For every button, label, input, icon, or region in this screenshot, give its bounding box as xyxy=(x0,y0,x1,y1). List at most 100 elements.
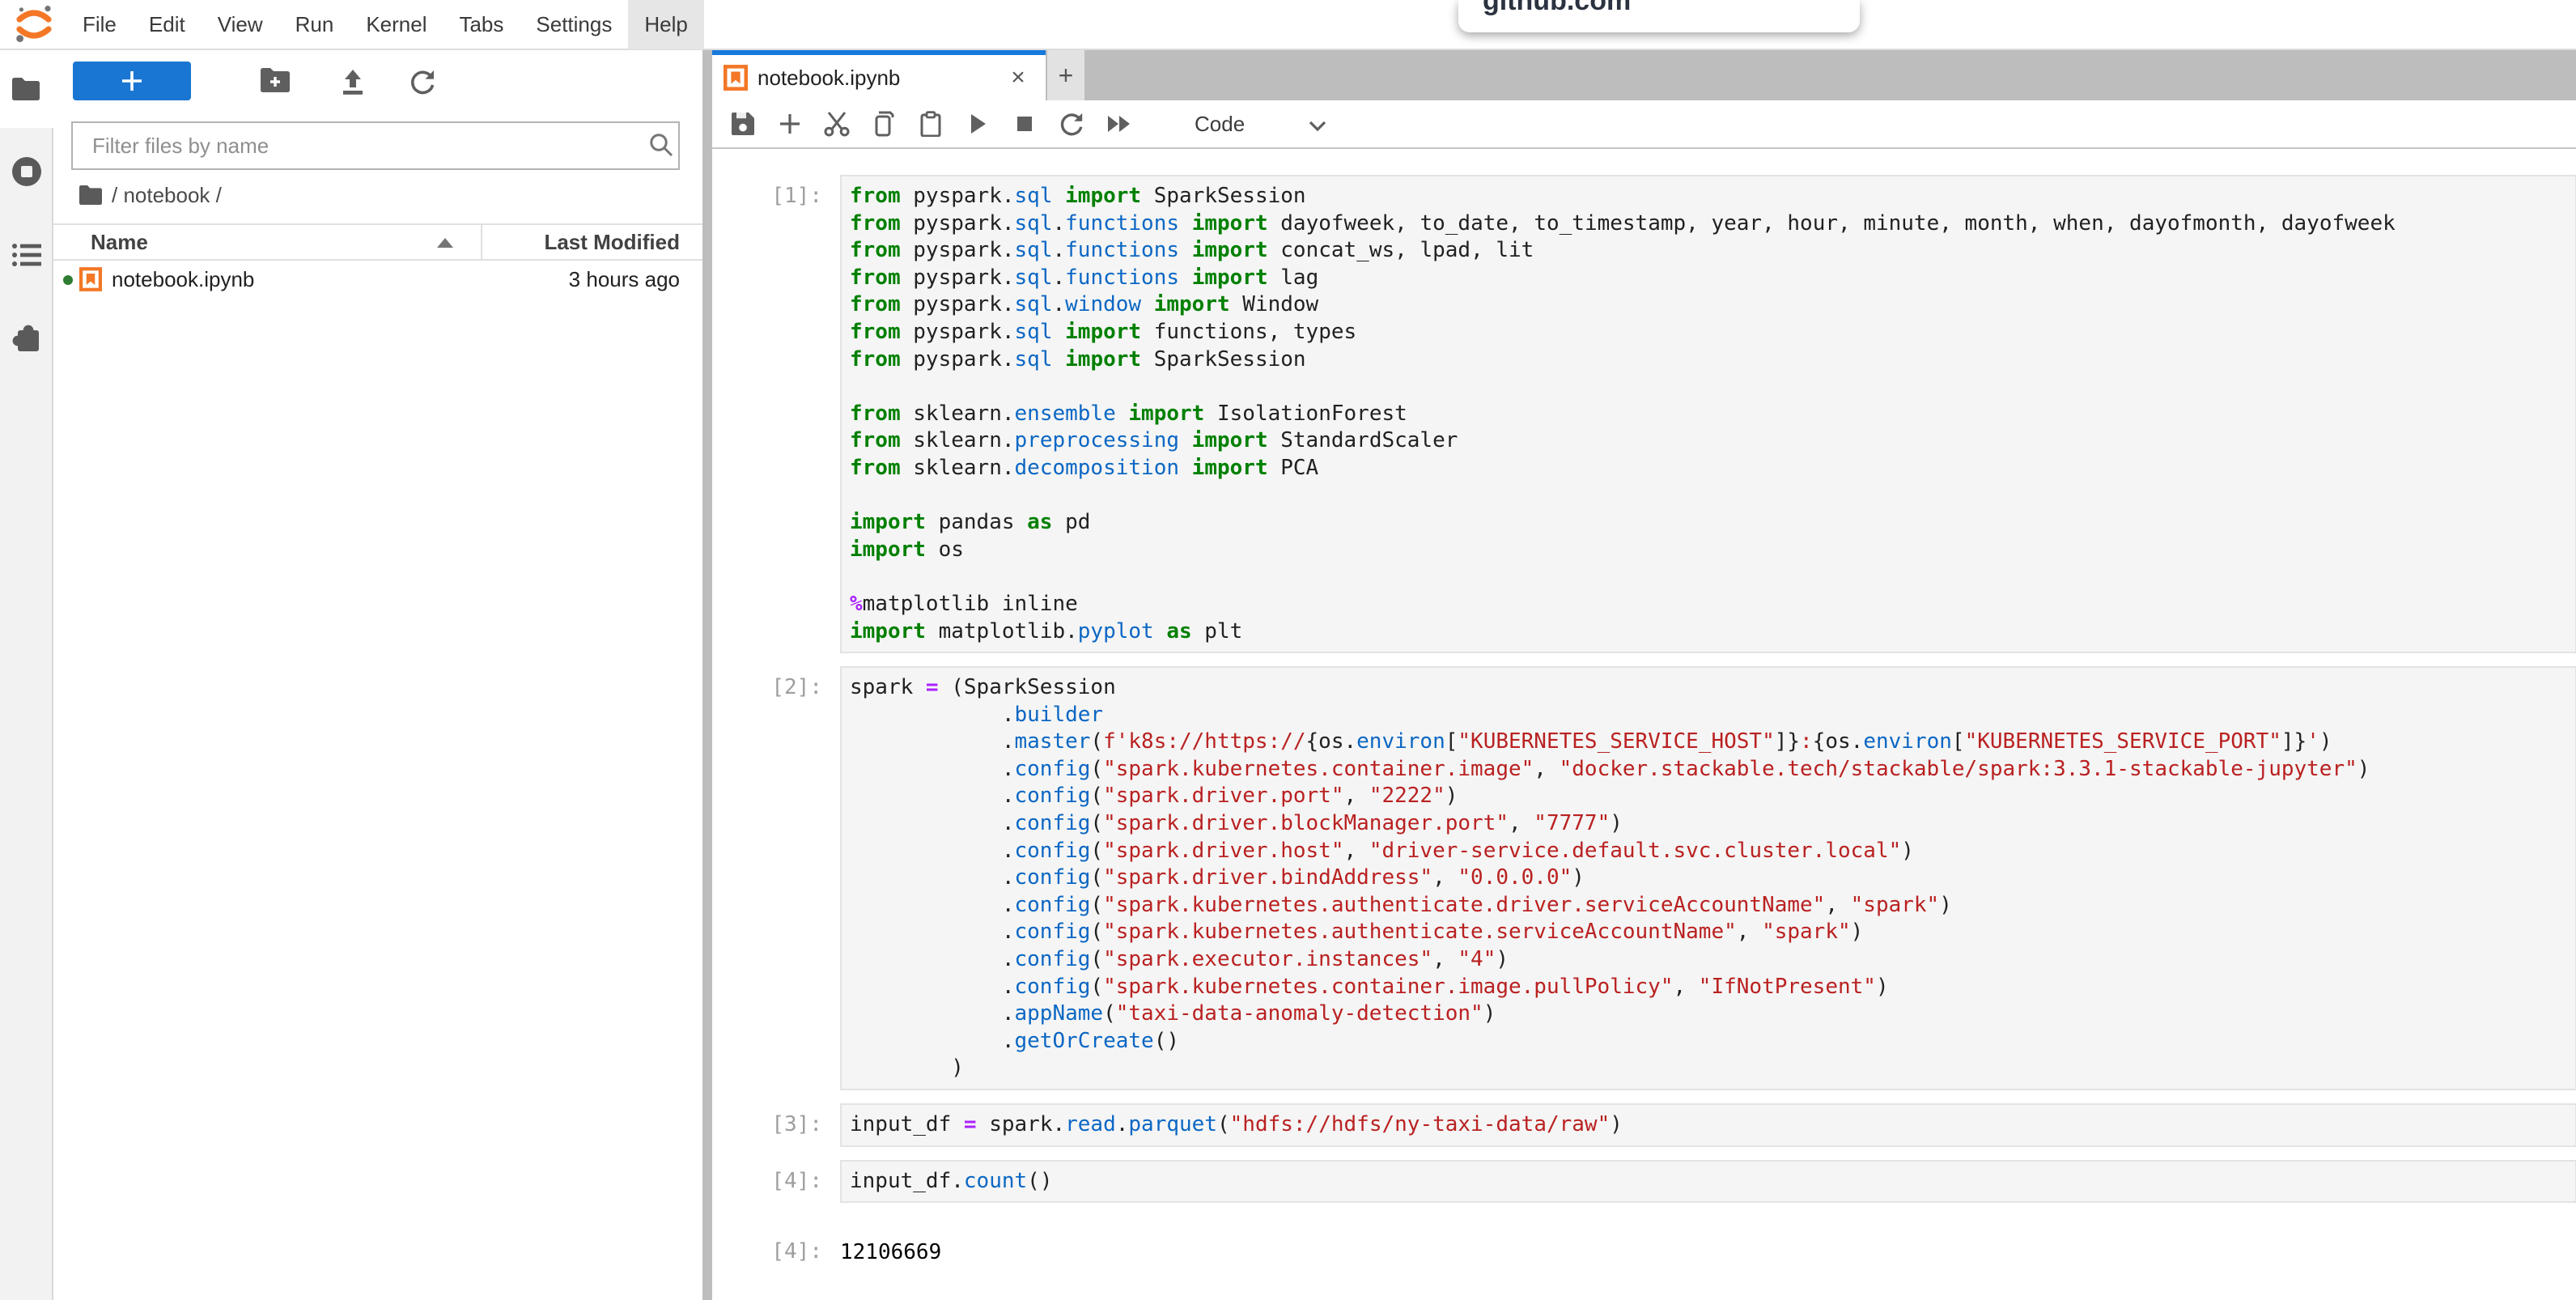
code-line: .config("spark.kubernetes.container.imag… xyxy=(850,974,2575,1001)
restart-icon xyxy=(1059,111,1084,137)
cut-icon xyxy=(824,111,850,137)
chevron-down-icon[interactable] xyxy=(1308,109,1327,139)
code-line: from sklearn.preprocessing import Standa… xyxy=(850,427,2575,455)
notebook-area: notebook.ipynb × + xyxy=(712,50,2576,1300)
interrupt-kernel-button[interactable] xyxy=(1012,111,1038,137)
search-icon xyxy=(649,133,673,157)
output-value: 12106669 xyxy=(840,1232,941,1266)
running-kernels-icon xyxy=(11,155,43,188)
run-icon xyxy=(965,111,991,137)
cell-output: [4]: 12106669 xyxy=(712,1232,2576,1266)
tab-notebook[interactable]: notebook.ipynb × xyxy=(712,50,1046,100)
notebook-content[interactable]: [1]:from pyspark.sql import SparkSession… xyxy=(712,149,2576,1300)
browser-popup: github.com xyxy=(1458,0,1860,32)
menu-item-view[interactable]: View xyxy=(202,0,279,49)
menu-item-run[interactable]: Run xyxy=(279,0,350,49)
file-row[interactable]: notebook.ipynb 3 hours ago xyxy=(53,261,702,300)
code-line: import matplotlib.pyplot as plt xyxy=(850,618,2575,646)
breadcrumb[interactable]: / notebook / xyxy=(79,181,222,209)
save-button[interactable] xyxy=(730,111,756,137)
notebook-tab-icon xyxy=(724,65,748,91)
code-line: .config("spark.driver.blockManager.port"… xyxy=(850,810,2575,838)
column-header-name[interactable]: Name xyxy=(91,230,148,255)
sidebar-tab-toc[interactable] xyxy=(0,241,53,269)
input-prompt: [1]: xyxy=(712,175,822,653)
add-icon xyxy=(777,111,803,137)
code-cell[interactable]: [1]:from pyspark.sql import SparkSession… xyxy=(712,175,2576,653)
column-divider xyxy=(481,225,482,259)
sidebar-tab-file-browser[interactable] xyxy=(0,50,53,128)
code-line: .builder xyxy=(850,702,2575,729)
menu-item-edit[interactable]: Edit xyxy=(133,0,202,49)
cell-editor[interactable]: from pyspark.sql import SparkSessionfrom… xyxy=(840,175,2576,653)
code-line: spark = (SparkSession xyxy=(850,674,2575,702)
new-launcher-button[interactable] xyxy=(73,62,191,100)
menu-item-tabs[interactable]: Tabs xyxy=(443,0,520,49)
code-line: from pyspark.sql.functions import lag xyxy=(850,265,2575,292)
code-line: .config("spark.kubernetes.container.imag… xyxy=(850,756,2575,784)
sidebar-tab-extensions[interactable] xyxy=(0,324,53,353)
menu-item-settings[interactable]: Settings xyxy=(520,0,628,49)
sort-ascending-icon[interactable] xyxy=(437,238,453,248)
refresh-icon xyxy=(409,68,436,96)
stop-icon xyxy=(1012,111,1038,137)
refresh-button[interactable] xyxy=(408,68,437,96)
upload-button[interactable] xyxy=(338,68,367,96)
tab-close-button[interactable]: × xyxy=(1004,63,1033,92)
code-line: from pyspark.sql import functions, types xyxy=(850,319,2575,346)
code-line: import os xyxy=(850,537,2575,564)
run-cell-button[interactable] xyxy=(965,111,991,137)
left-sidebar xyxy=(0,50,53,1300)
new-tab-button[interactable]: + xyxy=(1047,50,1084,100)
notebook-file-icon xyxy=(79,267,102,291)
tab-bar: notebook.ipynb × + xyxy=(712,50,2576,100)
new-folder-icon xyxy=(261,68,290,92)
popup-text: github.com xyxy=(1483,0,1631,17)
restart-run-all-button[interactable] xyxy=(1106,111,1131,137)
cut-cells-button[interactable] xyxy=(824,111,850,137)
filter-files-input[interactable] xyxy=(71,121,680,170)
table-of-contents-icon xyxy=(12,243,41,267)
menu-item-help[interactable]: Help xyxy=(628,0,703,49)
cell-editor[interactable]: spark = (SparkSession .builder .master(f… xyxy=(840,666,2576,1090)
file-name: notebook.ipynb xyxy=(112,267,254,292)
code-cell[interactable]: [4]: input_df.count() xyxy=(712,1160,2576,1204)
jupyterlab-window: FileEditViewRunKernelTabsSettingsHelp gi… xyxy=(0,0,2576,1300)
column-header-modified[interactable]: Last Modified xyxy=(544,230,680,255)
copy-cells-button[interactable] xyxy=(871,111,897,137)
input-prompt: [4]: xyxy=(712,1160,822,1204)
output-prompt: [4]: xyxy=(712,1232,822,1266)
home-folder-icon xyxy=(79,185,102,205)
extensions-icon xyxy=(11,324,42,353)
code-cell[interactable]: [3]:input_df = spark.read.parquet("hdfs:… xyxy=(712,1103,2576,1147)
code-line: import pandas as pd xyxy=(850,509,2575,537)
code-line: ) xyxy=(850,1055,2575,1082)
panel-split-handle[interactable] xyxy=(702,50,712,1300)
cell-editor[interactable]: input_df.count() xyxy=(840,1160,2576,1204)
file-browser-panel: / notebook / Name Last Modified notebook… xyxy=(53,50,702,1300)
code-line xyxy=(850,563,2575,591)
menu-items: FileEditViewRunKernelTabsSettingsHelp xyxy=(66,0,704,49)
code-line: from pyspark.sql.window import Window xyxy=(850,291,2575,319)
save-icon xyxy=(730,111,756,137)
code-line: .config("spark.driver.bindAddress", "0.0… xyxy=(850,865,2575,892)
tab-title: notebook.ipynb xyxy=(758,66,900,91)
cell-type-dropdown[interactable]: Code xyxy=(1185,110,1254,138)
upload-icon xyxy=(340,68,366,96)
code-line: from pyspark.sql.functions import dayofw… xyxy=(850,210,2575,238)
code-line: .config("spark.executor.instances", "4") xyxy=(850,946,2575,974)
paste-cells-button[interactable] xyxy=(918,111,944,137)
code-line: .config("spark.driver.port", "2222") xyxy=(850,783,2575,810)
code-line: from sklearn.decomposition import PCA xyxy=(850,455,2575,482)
sidebar-tab-running[interactable] xyxy=(0,155,53,188)
code-line: from pyspark.sql import SparkSession xyxy=(850,183,2575,210)
code-cell[interactable]: [2]:spark = (SparkSession .builder .mast… xyxy=(712,666,2576,1090)
new-folder-button[interactable] xyxy=(261,68,290,96)
code-line: from pyspark.sql import SparkSession xyxy=(850,346,2575,374)
file-modified: 3 hours ago xyxy=(569,267,680,292)
restart-kernel-button[interactable] xyxy=(1059,111,1084,137)
menu-item-file[interactable]: File xyxy=(66,0,133,49)
menu-item-kernel[interactable]: Kernel xyxy=(350,0,443,49)
add-cell-button[interactable] xyxy=(777,111,803,137)
cell-editor[interactable]: input_df = spark.read.parquet("hdfs://hd… xyxy=(840,1103,2576,1147)
